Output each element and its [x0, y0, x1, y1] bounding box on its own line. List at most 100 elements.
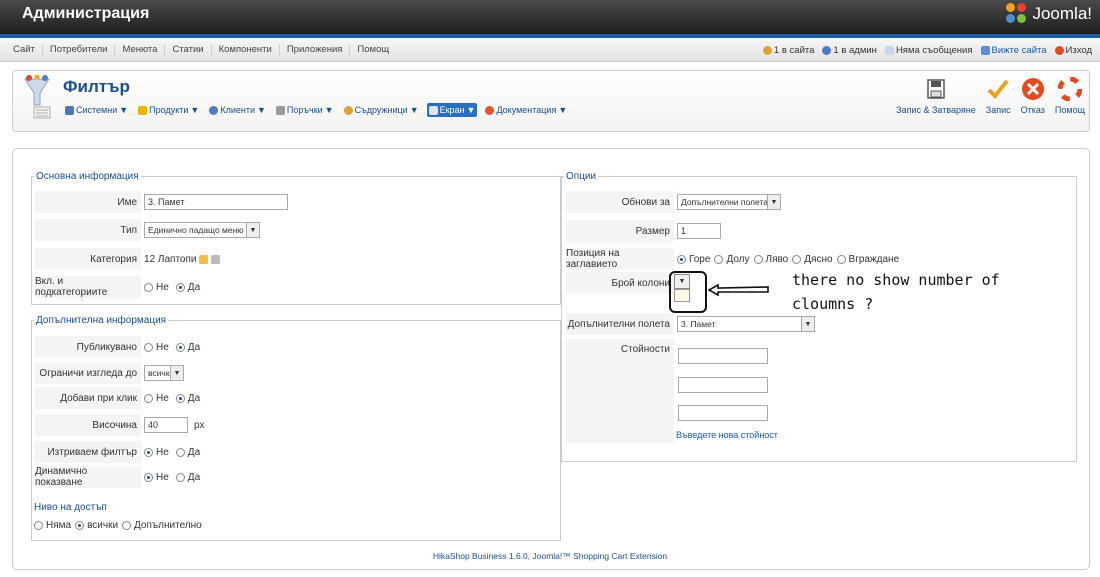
value-input-3[interactable] [678, 405, 768, 421]
submenu-customers[interactable]: Клиенти ▼ [207, 103, 268, 117]
type-select[interactable]: Единично падащо меню ▼ [144, 222, 260, 238]
update-for-label: Обнови за [566, 191, 674, 213]
title-pos-top-radio[interactable] [677, 254, 686, 264]
access-none-radio[interactable] [34, 521, 43, 530]
extra-fields-row: Допълнителни полета 3. Памет ▼ [566, 313, 815, 335]
title-position-row: Позиция на заглавието Горе Долу Ляво Дяс… [566, 248, 900, 270]
title-pos-bottom-radio[interactable] [714, 254, 724, 264]
columns-label: Брой колони [566, 272, 674, 294]
page-title: Филтър [63, 77, 130, 96]
menu-item-extensions[interactable]: Приложения [280, 44, 351, 56]
monitor-icon [980, 45, 990, 55]
menu-item-site[interactable]: Сайт [6, 44, 43, 56]
name-input[interactable]: 3. Памет [144, 194, 288, 210]
chevron-down-icon: ▼ [466, 105, 476, 115]
value-input-1[interactable] [678, 348, 768, 364]
submenu-partners[interactable]: Съдружници ▼ [342, 103, 421, 117]
submenu-system[interactable]: Системни ▼ [63, 103, 130, 117]
category-value: 12 Лаптопи [144, 253, 197, 265]
screen-icon [428, 105, 438, 115]
add-on-click-yes-radio[interactable] [175, 393, 185, 403]
lifebuoy-icon [1057, 77, 1082, 101]
dynamic-yes-radio[interactable] [175, 472, 185, 482]
additional-info-legend: Допълнителна информация [36, 315, 167, 326]
values-label: Стойности [566, 339, 674, 443]
save-button[interactable]: Запис [986, 77, 1011, 115]
size-label: Размер [566, 220, 674, 242]
menu-item-users[interactable]: Потребители [43, 44, 116, 56]
subcat-yes-radio[interactable] [175, 282, 185, 292]
subcategories-row: Вкл. и подкатегориите Не Да [35, 276, 201, 298]
chevron-down-icon: ▼ [246, 223, 259, 237]
limit-view-select[interactable]: всички ▼ [144, 365, 184, 381]
published-no-radio[interactable] [144, 342, 153, 352]
chevron-down-icon: ▼ [767, 195, 780, 209]
admin-header: Администрация Joomla! [0, 0, 1100, 34]
joomla-logo[interactable]: Joomla! [1006, 3, 1092, 25]
checkmark-icon [986, 77, 1010, 101]
dynamic-no-radio[interactable] [144, 472, 153, 482]
footer-text: HikaShop Business 1.6.0, Joomla!™ Shoppi… [432, 551, 668, 561]
basic-info-legend: Основна информация [36, 171, 139, 182]
content-panel: Основна информация Име 3. Памет Тип Един… [12, 148, 1090, 570]
delete-filter-label: Изтриваем филтър [35, 441, 141, 463]
partners-icon [343, 105, 353, 115]
subcat-no-radio[interactable] [144, 282, 153, 292]
save-close-button[interactable]: Запис & Затваряне [896, 77, 976, 115]
chevron-down-icon: ▼ [801, 317, 814, 331]
delete-filter-no-radio[interactable] [144, 447, 153, 457]
title-pos-inline-radio[interactable] [836, 254, 846, 264]
main-menu: Сайт Потребители Менюта Статии Компонент… [6, 38, 396, 62]
filter-icon [24, 75, 51, 119]
value-input-2[interactable] [678, 377, 768, 393]
menu-item-articles[interactable]: Статии [165, 44, 212, 56]
height-label: Височина [35, 414, 141, 436]
chevron-down-icon: ▼ [256, 105, 266, 115]
submenu-documentation[interactable]: Документация ▼ [483, 103, 569, 117]
options-legend: Опции [566, 171, 597, 182]
height-input[interactable]: 40 [144, 417, 188, 433]
toolbar-box: Филтър Системни ▼ Продукти ▼ Клиенти ▼ Поръ… [12, 70, 1090, 132]
edit-icon[interactable] [199, 254, 209, 264]
columns-row: Брой колони [566, 272, 674, 294]
delete-icon[interactable] [211, 254, 221, 264]
access-all-radio[interactable] [75, 521, 85, 530]
view-site-link[interactable]: Вижте сайта [980, 45, 1047, 56]
name-label: Име [35, 191, 141, 213]
hikashop-submenu: Системни ▼ Продукти ▼ Клиенти ▼ Поръчки ▼ Съ… [63, 103, 569, 117]
messages-status[interactable]: Няма съобщения [884, 45, 973, 56]
menu-item-help[interactable]: Помощ [350, 44, 396, 56]
extra-fields-select[interactable]: 3. Памет ▼ [677, 316, 815, 332]
access-level-row: Няма всички Допълнително [34, 520, 202, 531]
chevron-down-icon: ▼ [558, 105, 568, 115]
access-additional-radio[interactable] [122, 521, 132, 530]
update-for-select[interactable]: Допълнителни полета ▼ [677, 194, 781, 210]
add-on-click-no-radio[interactable] [144, 393, 153, 403]
submenu-orders[interactable]: Поръчки ▼ [274, 103, 336, 117]
logout-link[interactable]: Изход [1054, 45, 1092, 56]
user-icon [209, 105, 219, 115]
published-yes-radio[interactable] [175, 342, 185, 352]
submenu-display[interactable]: Екран ▼ [426, 103, 478, 117]
add-on-click-row: Добави при клик Не Да [35, 387, 200, 409]
submenu-products[interactable]: Продукти ▼ [136, 103, 201, 117]
add-new-value-link[interactable]: Въведете нова стойност [676, 430, 778, 440]
height-unit: px [194, 419, 205, 431]
size-input[interactable]: 1 [677, 223, 721, 239]
chevron-down-icon: ▼ [119, 105, 129, 115]
menu-item-components[interactable]: Компоненти [212, 44, 280, 56]
annotation-arrow-icon [708, 283, 769, 297]
dynamic-display-row: Динамично показване Не Да [35, 466, 201, 488]
title-pos-right-radio[interactable] [792, 254, 802, 264]
joomla-logo-icon [1006, 3, 1028, 25]
title-pos-left-radio[interactable] [753, 254, 763, 264]
dynamic-display-label: Динамично показване [35, 466, 141, 488]
subcategories-label: Вкл. и подкатегориите [35, 276, 141, 298]
access-level-title: Ниво на достъп [34, 502, 107, 513]
help-button[interactable]: Помощ [1055, 77, 1085, 115]
delete-filter-yes-radio[interactable] [175, 447, 185, 457]
limit-view-label: Ограничи изгледа до [35, 362, 141, 384]
limit-view-row: Ограничи изгледа до всички ▼ [35, 362, 184, 384]
menu-item-menus[interactable]: Менюта [115, 44, 166, 56]
cancel-button[interactable]: Отказ [1021, 77, 1045, 115]
